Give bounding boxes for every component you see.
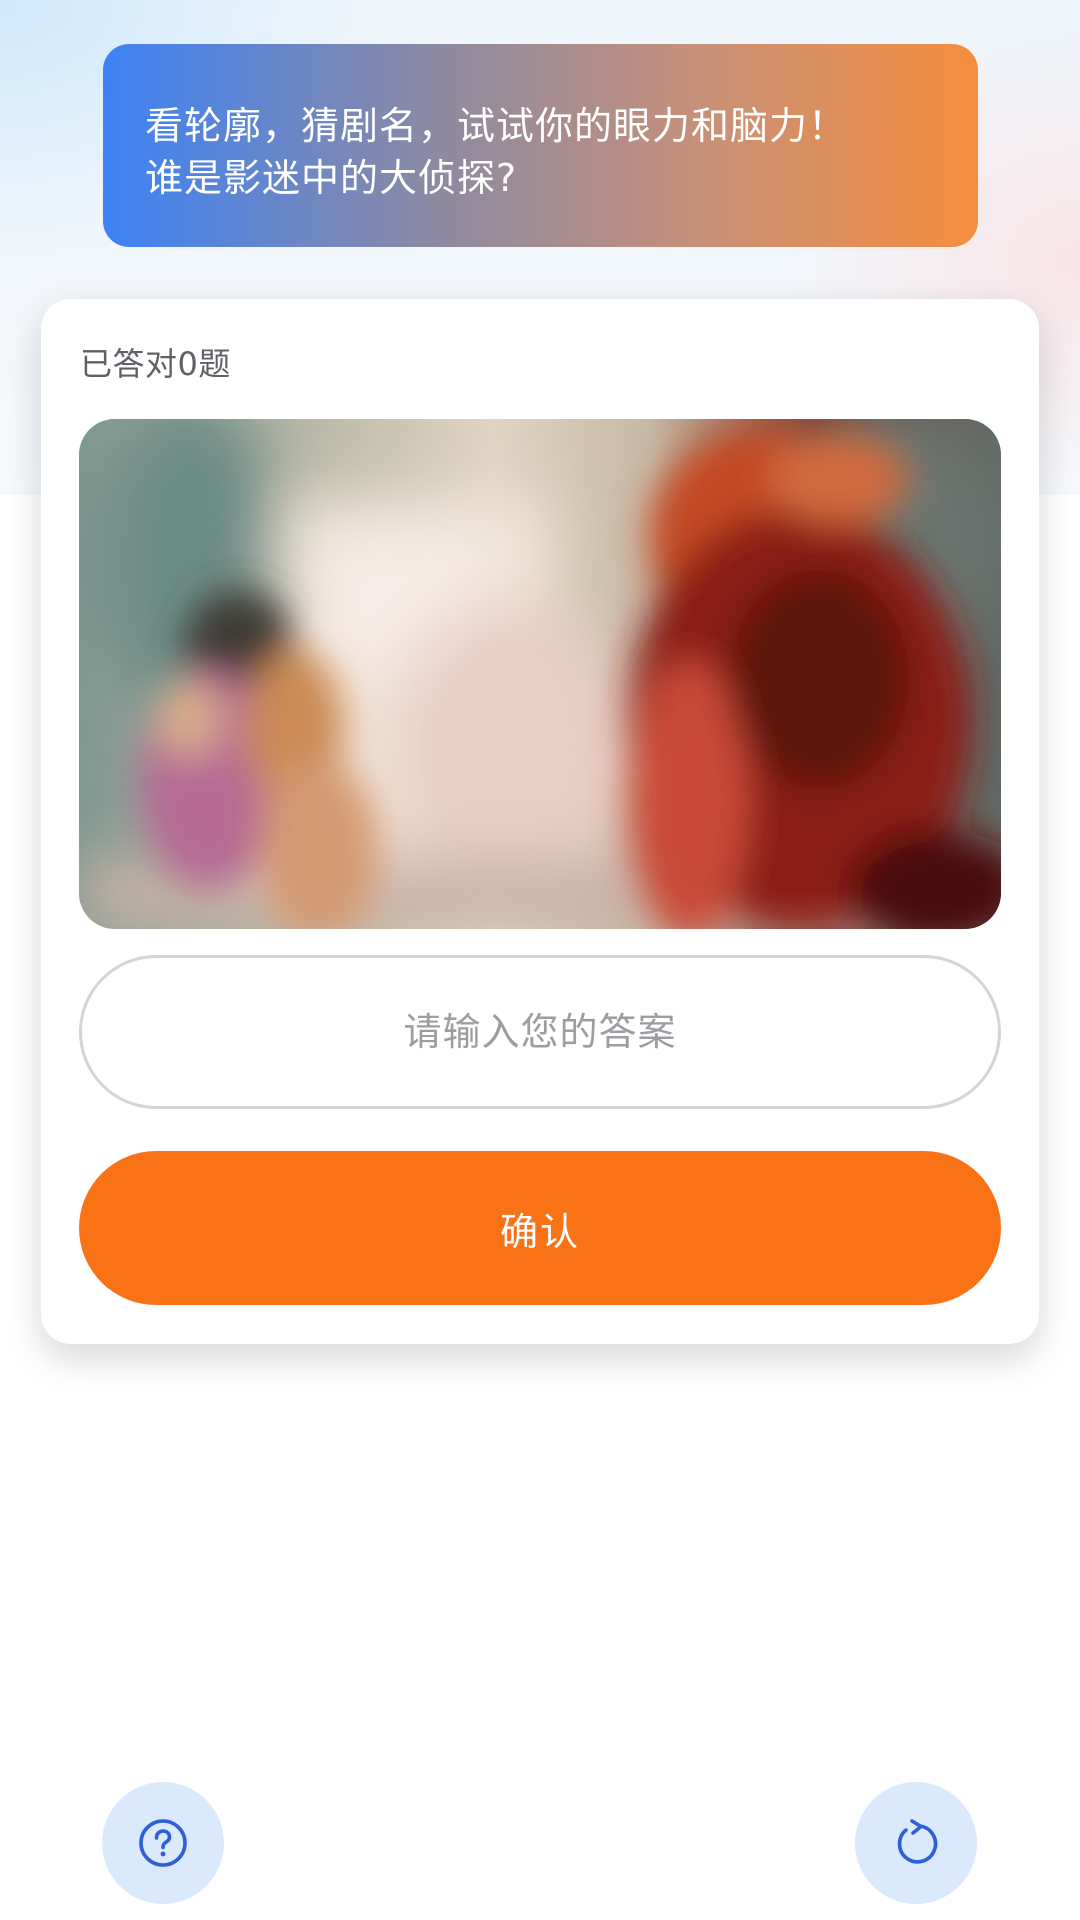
score-text: 已答对0题 <box>80 345 231 383</box>
question-circle-icon <box>139 1819 187 1867</box>
intro-banner: 看轮廓，猜剧名，试试你的眼力和脑力！ 谁是影迷中的大侦探? <box>103 44 978 247</box>
quiz-card: 已答对0题 请输入您的答案 确认 <box>41 299 1039 1344</box>
refresh-button[interactable] <box>855 1782 977 1904</box>
banner-line-1: 看轮廓，猜剧名，试试你的眼力和脑力！ <box>145 104 848 148</box>
banner-line-2: 谁是影迷中的大侦探? <box>145 156 518 200</box>
answer-input[interactable] <box>79 955 1001 1109</box>
refresh-icon <box>897 1819 938 1864</box>
help-button[interactable] <box>102 1782 224 1904</box>
confirm-button[interactable]: 确认 <box>79 1151 1001 1305</box>
blurred-movie-still <box>79 419 1001 929</box>
